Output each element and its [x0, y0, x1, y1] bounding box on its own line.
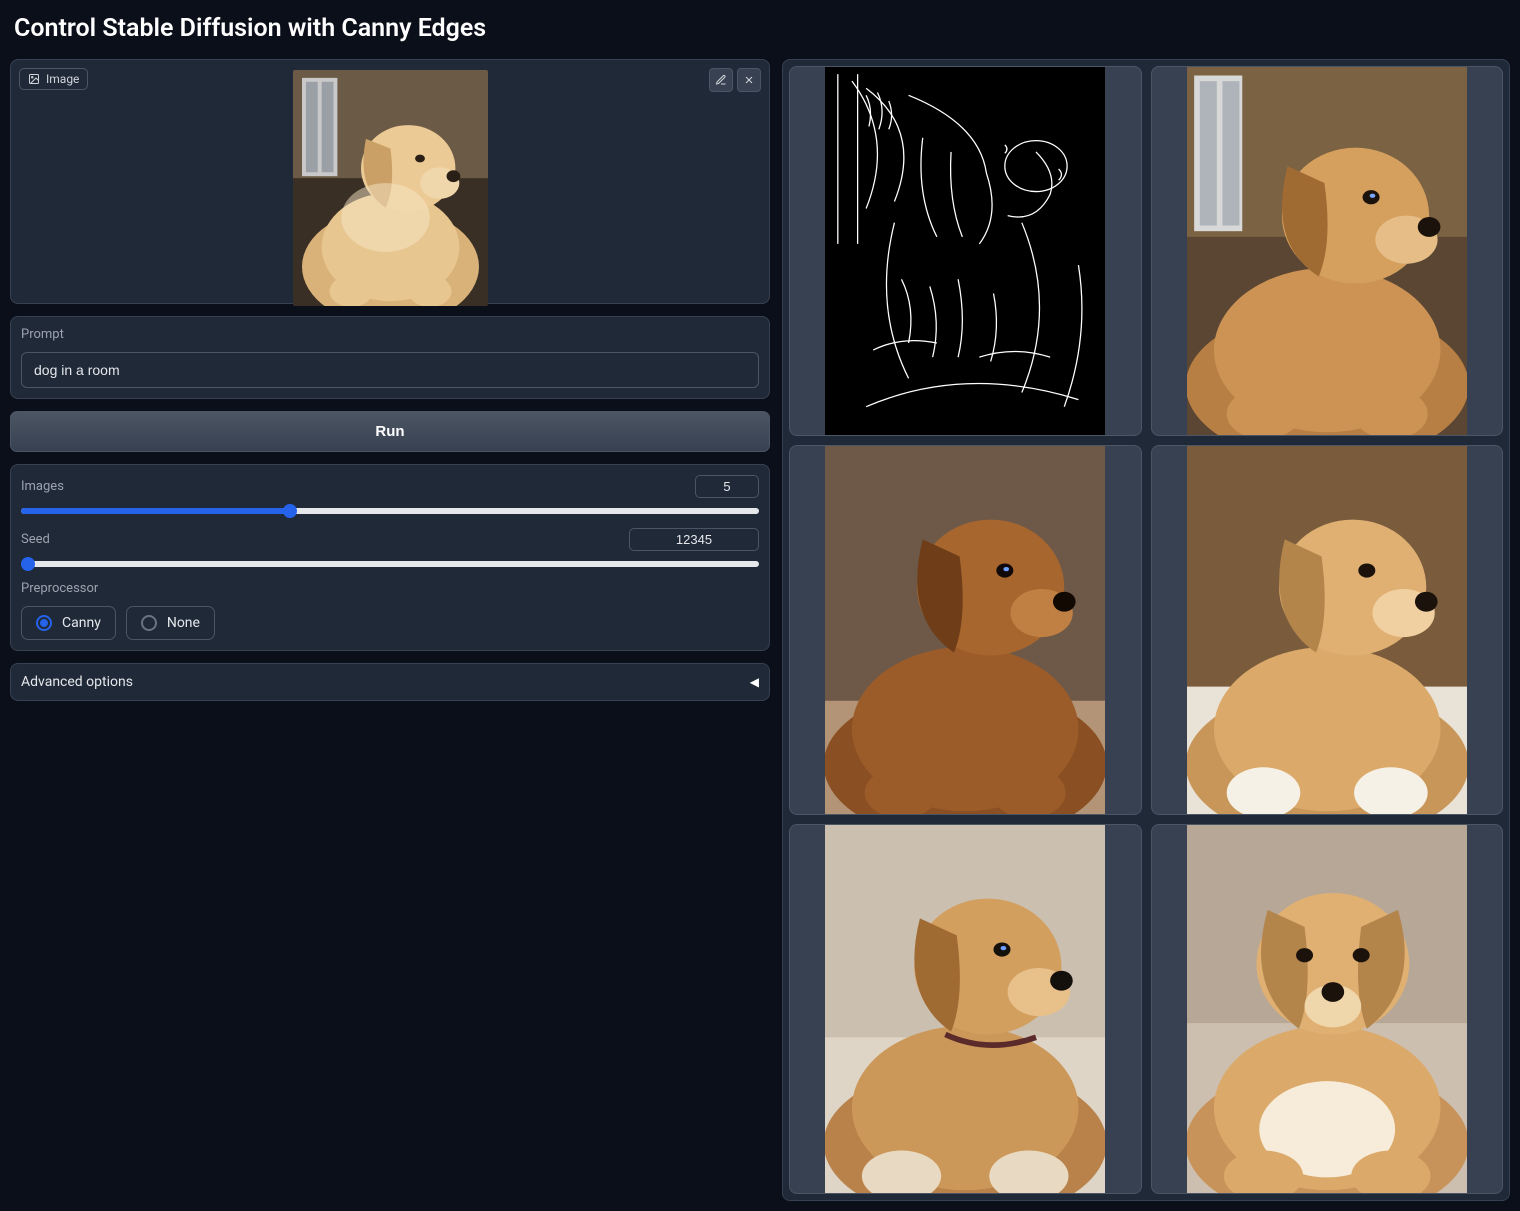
- edit-image-button[interactable]: [709, 68, 733, 92]
- gallery-item[interactable]: [1151, 824, 1504, 1194]
- pencil-icon: [715, 74, 727, 86]
- images-slider[interactable]: [21, 508, 759, 514]
- image-icon: [28, 73, 40, 85]
- gallery-item-canny[interactable]: [789, 66, 1142, 436]
- images-slider-block: Images: [21, 475, 759, 514]
- images-label: Images: [21, 479, 64, 494]
- radio-label: Canny: [62, 615, 101, 631]
- prompt-panel: Prompt: [10, 316, 770, 399]
- run-button[interactable]: Run: [10, 411, 770, 452]
- radio-label: None: [167, 615, 200, 631]
- prompt-input[interactable]: [21, 352, 759, 388]
- preprocessor-option-canny[interactable]: Canny: [21, 606, 116, 640]
- gallery-item[interactable]: [789, 445, 1142, 815]
- uploaded-image: [293, 70, 488, 306]
- prompt-label: Prompt: [21, 327, 759, 342]
- chevron-left-icon: ◀: [750, 675, 759, 689]
- preprocessor-label: Preprocessor: [21, 581, 759, 596]
- preprocessor-option-none[interactable]: None: [126, 606, 215, 640]
- image-upload-area[interactable]: Image: [10, 59, 770, 304]
- close-icon: [743, 74, 755, 86]
- gallery-item[interactable]: [789, 824, 1142, 1194]
- seed-label: Seed: [21, 532, 50, 547]
- settings-panel: Images Seed Preprocesso: [10, 464, 770, 651]
- radio-dot-icon: [141, 615, 157, 631]
- seed-slider-block: Seed: [21, 528, 759, 567]
- preprocessor-block: Preprocessor Canny None: [21, 581, 759, 640]
- gallery-item[interactable]: [1151, 445, 1504, 815]
- image-chip-label: Image: [46, 72, 79, 86]
- seed-value-input[interactable]: [629, 528, 759, 551]
- gallery-item[interactable]: [1151, 66, 1504, 436]
- image-chip: Image: [19, 68, 88, 90]
- output-gallery: [782, 59, 1510, 1201]
- clear-image-button[interactable]: [737, 68, 761, 92]
- images-value-input[interactable]: [695, 475, 759, 498]
- advanced-options-toggle[interactable]: Advanced options ◀: [10, 663, 770, 701]
- page-title: Control Stable Diffusion with Canny Edge…: [14, 14, 1510, 43]
- radio-dot-icon: [36, 615, 52, 631]
- seed-slider[interactable]: [21, 561, 759, 567]
- advanced-options-label: Advanced options: [21, 674, 133, 690]
